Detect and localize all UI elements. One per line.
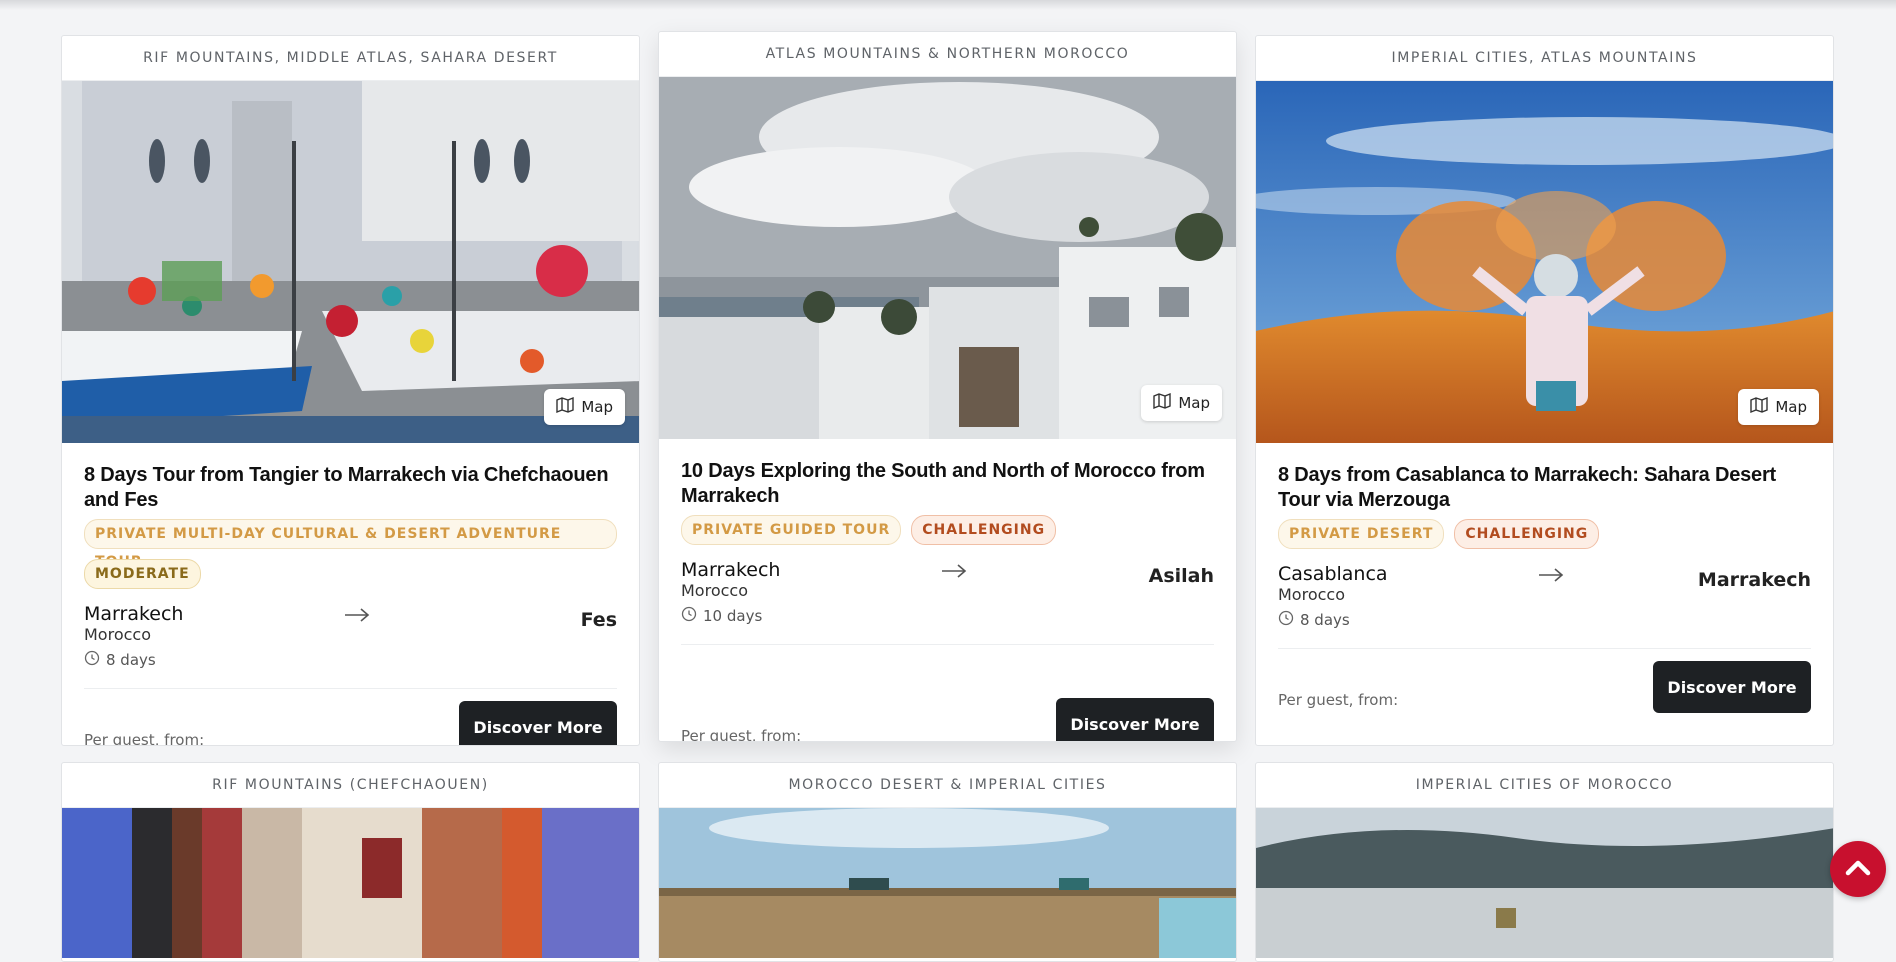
- market-textiles-photo: [62, 808, 639, 958]
- tour-region: RIF MOUNTAINS, MIDDLE ATLAS, SAHARA DESE…: [62, 36, 639, 81]
- tour-card[interactable]: MOROCCO DESERT & IMPERIAL CITIES: [658, 762, 1237, 962]
- map-icon: [1750, 396, 1769, 418]
- tour-type-badge: PRIVATE GUIDED TOUR: [681, 515, 902, 545]
- tour-region: IMPERIAL CITIES, ATLAS MOUNTAINS: [1256, 36, 1833, 81]
- tour-card[interactable]: ATLAS MOUNTAINS & NORTHERN MOROCCO Map 1…: [658, 31, 1237, 742]
- arrow-right-icon: [1538, 563, 1658, 587]
- tour-card[interactable]: RIF MOUNTAINS (CHEFCHAOUEN): [61, 762, 640, 962]
- tour-card[interactable]: IMPERIAL CITIES, ATLAS MOUNTAINS Map 8 D…: [1255, 35, 1834, 746]
- tour-region: MOROCCO DESERT & IMPERIAL CITIES: [659, 763, 1236, 808]
- tour-type-badge: PRIVATE DESERT: [1278, 519, 1445, 549]
- map-button[interactable]: Map: [544, 389, 625, 425]
- tour-route: Marrakech Morocco 8 days Fes: [84, 603, 617, 670]
- difficulty-badge: CHALLENGING: [911, 515, 1057, 545]
- tour-tags: PRIVATE GUIDED TOUR CHALLENGING: [681, 515, 1214, 545]
- scroll-to-top-button[interactable]: [1830, 841, 1886, 897]
- end-city: Marrakech: [1697, 569, 1811, 591]
- tour-duration: 8 days: [1278, 610, 1538, 630]
- start-country: Morocco: [681, 581, 748, 600]
- tour-duration: 8 days: [84, 650, 344, 670]
- map-button[interactable]: Map: [1141, 385, 1222, 421]
- tour-region: IMPERIAL CITIES OF MOROCCO: [1256, 763, 1833, 808]
- tour-tags: PRIVATE MULTI-DAY CULTURAL & DESERT ADVE…: [84, 519, 617, 589]
- tour-type-badge: PRIVATE MULTI-DAY CULTURAL & DESERT ADVE…: [84, 519, 617, 570]
- tour-title[interactable]: 10 Days Exploring the South and North of…: [681, 459, 1214, 509]
- tour-region: RIF MOUNTAINS (CHEFCHAOUEN): [62, 763, 639, 808]
- price-label: Per guest, from:: [681, 727, 802, 742]
- discover-more-button[interactable]: Discover More: [459, 701, 617, 745]
- arrow-right-icon: [344, 603, 464, 627]
- clock-icon: [1278, 610, 1294, 630]
- map-button[interactable]: Map: [1738, 389, 1819, 425]
- start-city: Marrakech: [681, 559, 781, 581]
- header-shadow: [0, 0, 1896, 10]
- tour-route: Marrakech Morocco 10 days Asilah: [681, 559, 1214, 626]
- tour-photo[interactable]: Map: [1256, 81, 1833, 443]
- price-label: Per guest, from:: [1278, 691, 1399, 709]
- price-label: Per guest, from:: [84, 731, 205, 746]
- tour-route: Casablanca Morocco 8 days Marrakech: [1278, 563, 1811, 630]
- start-country: Morocco: [1278, 585, 1345, 604]
- arrow-right-icon: [941, 559, 1061, 583]
- tour-card[interactable]: RIF MOUNTAINS, MIDDLE ATLAS, SAHARA DESE…: [61, 35, 640, 746]
- tour-region: ATLAS MOUNTAINS & NORTHERN MOROCCO: [659, 32, 1236, 77]
- map-icon: [1153, 392, 1172, 414]
- tour-photo[interactable]: Map: [62, 81, 639, 443]
- tour-tags: PRIVATE DESERT CHALLENGING: [1278, 519, 1811, 549]
- mosque-sky-photo: [659, 808, 1236, 958]
- tour-photo[interactable]: Map: [659, 77, 1236, 439]
- hills-mist-photo: [1256, 808, 1833, 958]
- discover-more-button[interactable]: Discover More: [1056, 698, 1214, 741]
- discover-more-button[interactable]: Discover More: [1653, 661, 1811, 713]
- tour-title[interactable]: 8 Days from Casablanca to Marrakech: Sah…: [1278, 463, 1811, 513]
- clock-icon: [681, 606, 697, 626]
- map-icon: [556, 396, 575, 418]
- start-city: Casablanca: [1278, 563, 1388, 585]
- tour-card[interactable]: IMPERIAL CITIES OF MOROCCO: [1255, 762, 1834, 962]
- chevron-up-icon: [1845, 858, 1871, 880]
- tour-photo[interactable]: [1256, 808, 1833, 958]
- duration-label: 8 days: [1300, 611, 1350, 629]
- duration-label: 8 days: [106, 651, 156, 669]
- start-city: Marrakech: [84, 603, 184, 625]
- end-city: Asilah: [1148, 565, 1214, 587]
- clock-icon: [84, 650, 100, 670]
- end-city: Fes: [580, 609, 617, 631]
- difficulty-badge: MODERATE: [84, 559, 201, 589]
- difficulty-badge: CHALLENGING: [1454, 519, 1600, 549]
- duration-label: 10 days: [703, 607, 763, 625]
- map-label: Map: [581, 398, 613, 416]
- tour-photo[interactable]: [62, 808, 639, 958]
- tour-title[interactable]: 8 Days Tour from Tangier to Marrakech vi…: [84, 463, 617, 513]
- tour-duration: 10 days: [681, 606, 941, 626]
- tour-photo[interactable]: [659, 808, 1236, 958]
- map-label: Map: [1178, 394, 1210, 412]
- start-country: Morocco: [84, 625, 151, 644]
- map-label: Map: [1775, 398, 1807, 416]
